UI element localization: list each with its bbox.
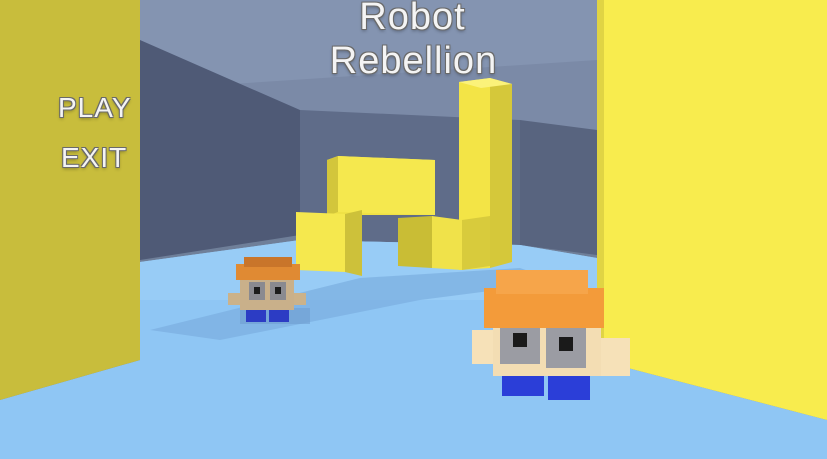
game-title-line2: Rebellion — [329, 40, 498, 82]
play-button[interactable]: PLAY — [58, 92, 132, 124]
yellow-block-right-front — [398, 216, 432, 268]
robot-near-pupil-right — [559, 337, 573, 351]
yellow-block-left-front — [296, 212, 345, 272]
robot-far-arm-left — [228, 293, 242, 305]
yellow-block-arch-face — [338, 156, 435, 215]
yellow-block-arch-left — [327, 156, 338, 216]
exit-button[interactable]: EXIT — [61, 142, 127, 174]
right-inner-wall — [520, 120, 597, 255]
yellow-block-right-face — [432, 216, 462, 270]
robot-far-hat-top — [244, 257, 292, 267]
robot-near-pupil-left — [513, 333, 527, 347]
game-title-line1: Robot — [359, 0, 466, 38]
yellow-block-left-side — [345, 210, 362, 276]
robot-far-arm-right — [292, 293, 306, 305]
yellow-block-tall-side — [490, 78, 512, 268]
robot-far-pupil-right — [275, 287, 281, 294]
robot-near-hat-top — [496, 270, 588, 294]
yellow-block-right-side — [462, 216, 490, 270]
robot-near-arm-right — [598, 338, 630, 376]
robot-far-pupil-left — [254, 287, 260, 294]
